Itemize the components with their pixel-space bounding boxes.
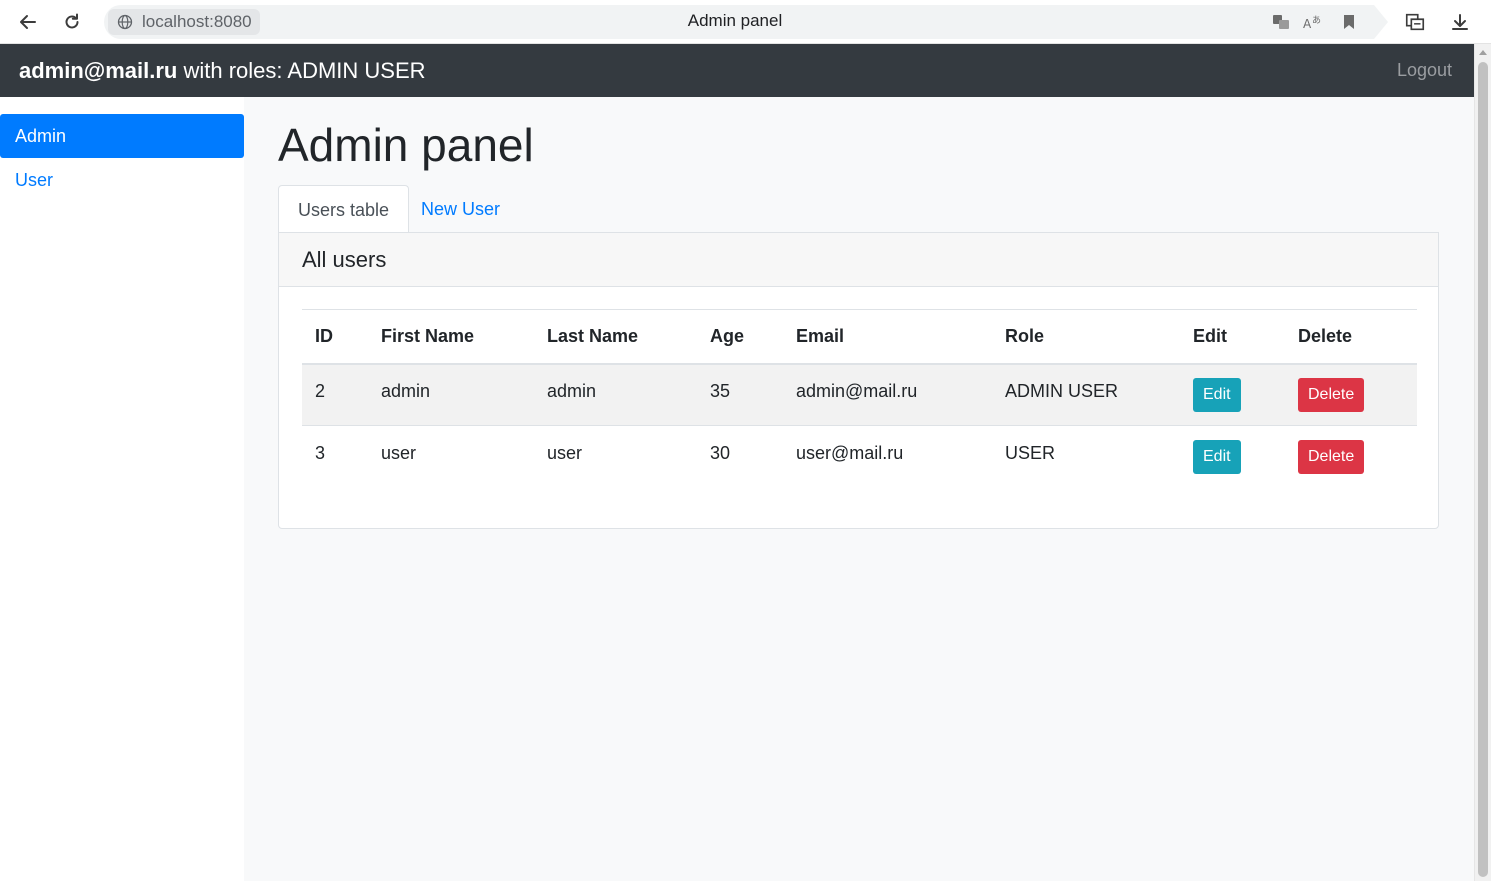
table-row: 3 user user 30 user@mail.ru USER Edit De… <box>302 426 1417 488</box>
cell-last-name-text: user <box>547 443 583 464</box>
current-user-info: admin@mail.ru with roles: ADMIN USER <box>19 58 426 84</box>
read-aloud-icon[interactable]: Aあ <box>1302 11 1324 33</box>
edit-button[interactable]: Edit <box>1193 377 1241 412</box>
users-card: All users ID First Name Last Name Age Em… <box>278 232 1439 529</box>
users-table: ID First Name Last Name Age Email Role E… <box>302 309 1417 488</box>
svg-text:あ: あ <box>1312 15 1321 26</box>
current-user-roles: with roles: ADMIN USER <box>177 58 426 83</box>
cell-email-text: user@mail.ru <box>796 443 904 464</box>
card-title: All users <box>279 233 1438 287</box>
delete-button[interactable]: Delete <box>1298 377 1365 412</box>
cell-delete: Delete <box>1285 364 1417 426</box>
logout-link[interactable]: Logout <box>1397 60 1452 81</box>
col-header-first-name: First Name <box>381 325 475 346</box>
col-header-delete: Delete <box>1298 325 1353 346</box>
scrollbar-thumb[interactable] <box>1478 62 1488 877</box>
cell-age-text: 30 <box>710 443 731 464</box>
cell-id: 2 <box>302 364 368 426</box>
page-title: Admin panel <box>278 119 534 171</box>
sidebar: Admin User <box>0 97 244 881</box>
cell-id-text: 3 <box>315 443 326 464</box>
cell-edit: Edit <box>1180 426 1285 488</box>
cell-age-text: 35 <box>710 381 731 402</box>
cell-role-text: USER <box>1005 443 1056 464</box>
sidebar-item-admin[interactable]: Admin <box>0 114 244 158</box>
current-user-email: admin@mail.ru <box>19 58 178 83</box>
cell-role-text: ADMIN USER <box>1005 381 1119 402</box>
cell-role: ADMIN USER <box>992 364 1180 426</box>
col-header-role: Role <box>1005 325 1045 346</box>
cell-last-name-text: admin <box>547 381 597 402</box>
cell-email-text: admin@mail.ru <box>796 381 918 402</box>
col-header-edit: Edit <box>1193 325 1227 346</box>
tab-bar: Users table New User <box>278 185 1439 233</box>
cell-role: USER <box>992 426 1180 488</box>
app-navbar: admin@mail.ru with roles: ADMIN USER Log… <box>0 44 1474 97</box>
cell-first-name: admin <box>368 364 534 426</box>
browser-toolbar: localhost:8080 Admin panel Aあ <box>0 0 1491 44</box>
cell-last-name: user <box>534 426 697 488</box>
cell-edit: Edit <box>1180 364 1285 426</box>
svg-text:A: A <box>1303 17 1312 31</box>
sidebar-item-user[interactable]: User <box>0 158 244 202</box>
cell-first-name: user <box>368 426 534 488</box>
main-content: Admin panel Users table New User All use… <box>244 97 1474 881</box>
table-header-row: ID First Name Last Name Age Email Role E… <box>302 309 1417 364</box>
page-scrollbar[interactable] <box>1474 44 1491 881</box>
cell-delete: Delete <box>1285 426 1417 488</box>
cell-id: 3 <box>302 426 368 488</box>
col-header-age: Age <box>710 325 745 346</box>
bookmark-icon[interactable] <box>1338 11 1360 33</box>
cell-age: 30 <box>697 426 783 488</box>
tab-new-user[interactable]: New User <box>402 185 519 233</box>
col-header-last-name: Last Name <box>547 325 639 346</box>
cell-last-name: admin <box>534 364 697 426</box>
translate-page-icon[interactable] <box>1270 11 1292 33</box>
download-icon[interactable] <box>1449 11 1471 33</box>
cell-email: user@mail.ru <box>783 426 992 488</box>
table-row: 2 admin admin 35 admin@mail.ru ADMIN USE… <box>302 363 1417 426</box>
cell-id-text: 2 <box>315 381 326 402</box>
col-header-email: Email <box>796 325 845 346</box>
cell-first-name-text: admin <box>381 381 431 402</box>
collections-icon[interactable] <box>1404 11 1426 33</box>
tab-users-table[interactable]: Users table <box>278 185 410 233</box>
col-header-id: ID <box>315 325 333 346</box>
cell-email: admin@mail.ru <box>783 364 992 426</box>
cell-age: 35 <box>697 364 783 426</box>
edit-button[interactable]: Edit <box>1193 439 1241 474</box>
delete-button[interactable]: Delete <box>1298 439 1365 474</box>
browser-page-title: Admin panel <box>687 11 783 30</box>
cell-first-name-text: user <box>381 443 417 464</box>
scroll-up-arrow-icon[interactable] <box>1479 50 1487 55</box>
